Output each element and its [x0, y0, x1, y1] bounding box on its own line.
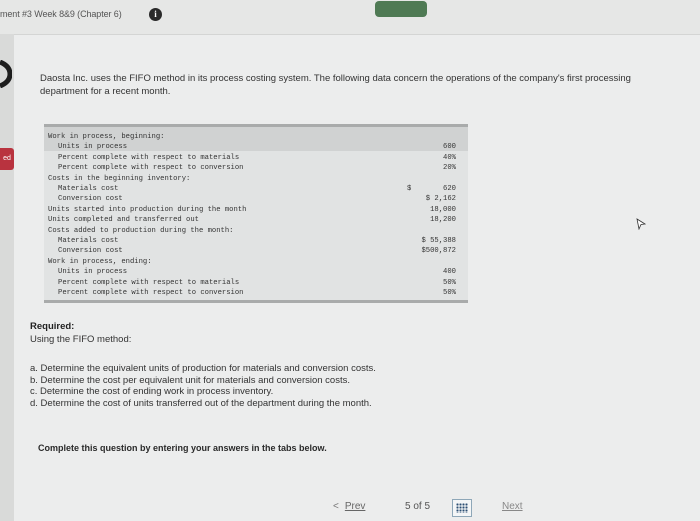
table-row-label: Percent complete with respect to materia…	[58, 278, 240, 287]
table-row: Materials cost $ 55,388	[44, 236, 468, 246]
table-row: Work in process, ending:	[44, 257, 468, 267]
table-row-label: Units started into production during the…	[48, 205, 247, 214]
table-row: Percent complete with respect to convers…	[44, 288, 468, 298]
table-row: Units started into production during the…	[44, 205, 468, 215]
table-row-label: Conversion cost	[58, 247, 123, 256]
table-row-value: 400	[443, 268, 456, 277]
page-total: 5	[424, 501, 431, 512]
table-row-value: 620	[443, 185, 456, 193]
table-row: Units completed and transferred out 18,20…	[44, 215, 468, 225]
table-row-value: 50%	[443, 278, 456, 287]
table-row-value: $ 2,162	[425, 195, 456, 204]
next-button[interactable]: Next	[502, 498, 523, 516]
task-item-a: a. Determine the equivalent units of pro…	[30, 363, 376, 374]
table-row: Percent complete with respect to materia…	[44, 153, 468, 163]
table-row-value: $500,872	[421, 247, 456, 256]
table-row-label: Materials cost	[58, 237, 119, 245]
table-row-label: Units completed and transferred out	[48, 216, 199, 225]
mouse-cursor-icon	[636, 218, 646, 230]
saved-status-badge	[375, 1, 427, 17]
table-row-currency: $	[407, 185, 412, 193]
page-of: of	[413, 501, 422, 512]
table-row-value: 18,000	[430, 205, 456, 214]
sidebar-tab[interactable]: ed	[0, 148, 14, 170]
table-row: Conversion cost $ 2,162	[44, 194, 468, 204]
page-indicator: 5 of 5	[405, 498, 430, 516]
assignment-title: ment #3 Week 8&9 (Chapter 6)	[0, 9, 122, 19]
problem-intro: Daosta Inc. uses the FIFO method in its …	[40, 73, 631, 97]
table-row-value: 40%	[443, 153, 456, 162]
page-current: 5	[405, 501, 411, 512]
chevron-left-icon: <	[333, 501, 339, 512]
table-row-label: Costs in the beginning inventory:	[48, 174, 191, 183]
table-row-value: 600	[443, 143, 456, 152]
table-row-label: Materials cost	[58, 185, 119, 193]
prev-label: Prev	[344, 501, 366, 512]
table-row: Work in process, beginning:	[44, 132, 468, 142]
table-row-label: Costs added to production during the mon…	[48, 226, 234, 235]
table-row: Conversion cost $500,872	[44, 246, 468, 256]
table-row-label: Percent complete with respect to convers…	[58, 289, 244, 297]
table-row-label: Units in process	[58, 143, 128, 152]
grid-icon	[456, 503, 468, 513]
table-row-label: Work in process, ending:	[48, 257, 152, 266]
task-item-b: b. Determine the cost per equivalent uni…	[30, 374, 350, 386]
table-row-value: 18,200	[430, 216, 456, 225]
table-row-value: 50%	[443, 289, 456, 297]
table-row: Units in process 400	[44, 267, 468, 277]
table-row: Costs added to production during the mon…	[44, 226, 468, 236]
table-row: Percent complete with respect to convers…	[44, 163, 468, 173]
top-bar: ment #3 Week 8&9 (Chapter 6) i	[0, 0, 700, 35]
table-row: Materials cost $620	[44, 184, 468, 194]
task-item-d: d. Determine the cost of units transferr…	[30, 397, 372, 409]
table-row: Costs in the beginning inventory:	[44, 174, 468, 184]
prev-button[interactable]: < Prev	[333, 498, 385, 516]
left-sidebar-strip	[0, 34, 14, 521]
table-row-label: Percent complete with respect to convers…	[58, 164, 244, 173]
back-arrow-icon[interactable]	[0, 60, 12, 88]
complete-instructions: Complete this question by entering your …	[38, 443, 327, 453]
task-list: a. Determine the equivalent units of pro…	[30, 363, 450, 409]
table-row-label: Work in process, beginning:	[48, 133, 165, 141]
table-row-label: Percent complete with respect to materia…	[58, 153, 240, 162]
table-row-value: 20%	[443, 164, 456, 173]
task-item-c: c. Determine the cost of ending work in …	[30, 386, 274, 397]
table-row-label: Conversion cost	[58, 195, 123, 204]
table-row-value: $ 55,388	[421, 237, 456, 245]
table-row: Percent complete with respect to materia…	[44, 278, 468, 288]
method-label: Using the FIFO method:	[30, 334, 132, 345]
data-table: Work in process, beginning: Units in proc…	[44, 124, 468, 303]
info-icon[interactable]: i	[149, 8, 162, 21]
question-grid-button[interactable]	[452, 499, 472, 517]
table-row: Units in process 600	[44, 142, 468, 152]
table-row-label: Units in process	[58, 268, 128, 277]
required-label: Required:	[30, 321, 75, 332]
